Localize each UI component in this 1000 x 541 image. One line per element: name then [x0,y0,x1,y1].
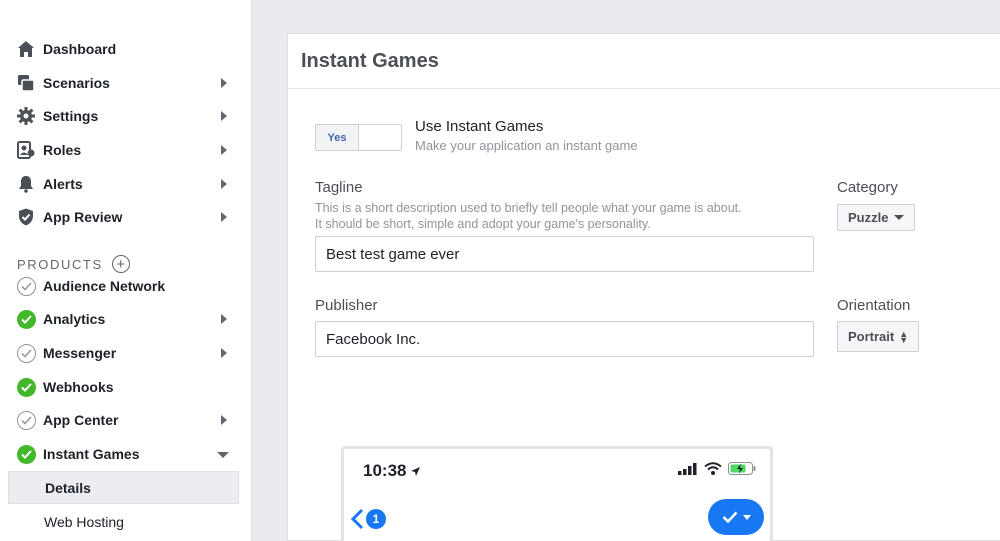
category-dropdown[interactable]: Puzzle [837,204,916,231]
publisher-label: Publisher [315,297,378,314]
chevron-right-icon [221,145,227,155]
sidebar-item-dashboard[interactable]: Dashboard [8,33,239,65]
checkmark-icon [722,511,737,523]
orientation-label: Orientation [837,297,911,314]
use-instant-games-description: Make your application an instant game [415,138,638,153]
chevron-down-icon [217,452,229,458]
sidebar-item-label: Webhooks [43,379,114,395]
sidebar: Dashboard Scenarios Settings Roles Alert… [0,0,252,541]
sidebar-item-instant-games[interactable]: Instant Games [8,438,239,470]
category-label: Category [837,179,898,196]
shield-icon [16,207,36,227]
status-icon-wrapper [16,276,36,296]
use-instant-games-toggle[interactable]: Yes [315,124,402,151]
back-badge: 1 [366,509,386,529]
page-title: Instant Games [301,49,439,72]
status-icon-wrapper [16,343,36,363]
sidebar-subitem-details[interactable]: Details [8,471,239,504]
tagline-help-line2: It should be short, simple and adopt you… [315,217,651,231]
status-icon-wrapper [16,309,36,329]
sidebar-item-roles[interactable]: Roles [8,134,239,166]
gear-icon [16,106,36,126]
status-icon-wrapper [16,410,36,430]
sidebar-item-app-center[interactable]: App Center [8,404,239,436]
phone-preview: 10:38 1 [341,446,773,541]
tagline-label: Tagline [315,179,363,196]
chevron-right-icon [221,415,227,425]
toggle-off-side [359,125,401,150]
toggle-yes-label: Yes [316,125,359,150]
sidebar-item-label: Analytics [43,311,106,327]
wifi-icon [704,462,722,475]
sidebar-item-label: Audience Network [43,278,166,294]
chevron-right-icon [221,314,227,324]
status-time-text: 10:38 [363,461,407,480]
sidebar-item-webhooks[interactable]: Webhooks [8,371,239,403]
location-arrow-icon [411,466,421,476]
scenarios-icon [16,73,36,93]
sidebar-item-label: App Review [43,209,123,225]
chevron-right-icon [221,111,227,121]
back-button[interactable]: 1 [350,508,386,530]
sidebar-item-settings[interactable]: Settings [8,100,239,132]
sidebar-item-label: Alerts [43,176,83,192]
chevron-right-icon [221,179,227,189]
chevron-left-icon [350,508,364,530]
check-outline-icon [16,276,36,296]
sidebar-item-audience-network[interactable]: Audience Network [8,270,239,302]
sidebar-subitem-web-hosting[interactable]: Web Hosting [8,505,239,538]
check-outline-icon [16,343,36,363]
chevron-right-icon [221,348,227,358]
orientation-select[interactable]: Portrait ▲ ▼ [837,321,920,352]
sidebar-item-app-review[interactable]: App Review [8,201,239,233]
status-icon-wrapper [16,444,36,464]
caret-down-icon [742,514,751,520]
publisher-input[interactable] [315,321,814,357]
tagline-input[interactable] [315,236,814,272]
orientation-value: Portrait [848,329,895,344]
sidebar-item-analytics[interactable]: Analytics [8,303,239,335]
sidebar-item-scenarios[interactable]: Scenarios [8,67,239,99]
sidebar-item-label: App Center [43,412,119,428]
check-circle-icon [16,309,36,329]
roles-icon [16,140,36,160]
sidebar-item-label: Roles [43,142,82,158]
caret-down-icon [894,215,905,220]
status-bar-icons [678,462,756,475]
check-outline-icon [16,410,36,430]
category-value: Puzzle [848,210,889,225]
use-instant-games-title: Use Instant Games [415,118,544,135]
panel-header: Instant Games [288,34,1000,89]
sort-arrows-icon: ▲ ▼ [899,328,909,345]
sidebar-item-label: Messenger [43,345,117,361]
check-circle-icon [16,444,36,464]
instant-games-panel: Instant Games Yes Use Instant Games Make… [287,33,1000,541]
sidebar-item-label: Dashboard [43,41,117,57]
chevron-right-icon [221,78,227,88]
home-icon [16,39,36,59]
sidebar-item-alerts[interactable]: Alerts [8,168,239,200]
battery-charging-icon [728,462,756,475]
chevron-right-icon [221,212,227,222]
tagline-help-line1: This is a short description used to brie… [315,201,742,215]
status-bar-time: 10:38 [363,461,421,481]
check-circle-icon [16,377,36,397]
sidebar-item-label: Scenarios [43,75,110,91]
status-icon-wrapper [16,377,36,397]
sidebar-item-label: Instant Games [43,446,140,462]
bell-icon [16,174,36,194]
check-dropdown-button[interactable] [708,499,764,535]
sidebar-item-label: Settings [43,108,99,124]
sidebar-item-messenger[interactable]: Messenger [8,337,239,369]
signal-icon [678,462,697,475]
